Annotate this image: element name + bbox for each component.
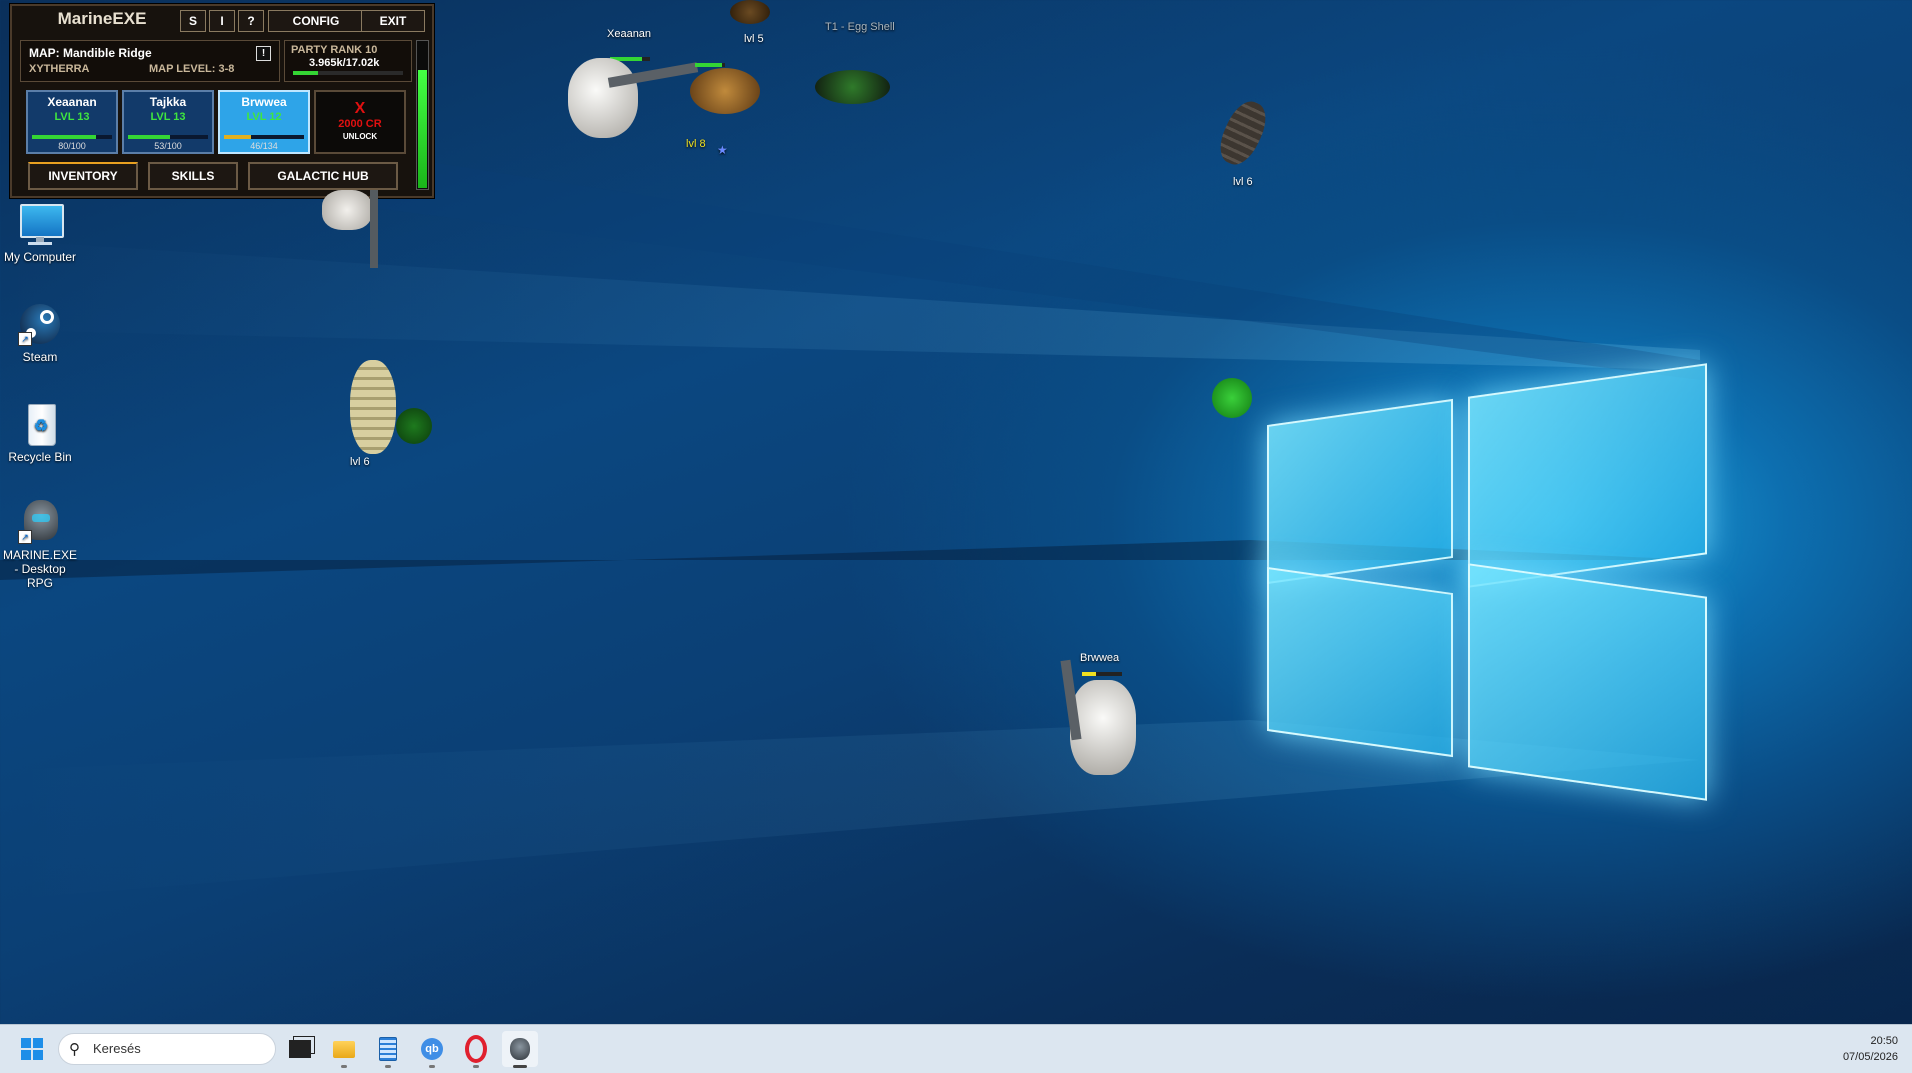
galactic-hub-button[interactable]: GALACTIC HUB xyxy=(248,162,398,190)
character-name: Xeaanan xyxy=(47,95,97,109)
unlock-label: UNLOCK xyxy=(342,132,378,141)
file-explorer-icon[interactable] xyxy=(326,1031,362,1068)
exit-button[interactable]: EXIT xyxy=(361,10,425,32)
enemy-level-larva: lvl 6 xyxy=(350,456,370,468)
marine-sprite-brwwea[interactable] xyxy=(1058,659,1148,780)
character-hp: 80/100 xyxy=(58,141,86,151)
windows-logo xyxy=(1250,340,1710,801)
task-view-icon[interactable] xyxy=(282,1031,318,1067)
character-slot-tajkka[interactable]: Tajkka LVL 13 53/100 xyxy=(122,90,214,154)
enemy-level-isopod: lvl 6 xyxy=(1233,176,1253,188)
search-icon: ⚲ xyxy=(69,1041,80,1058)
locked-character-slot[interactable]: X 2000 CR UNLOCK xyxy=(314,90,406,154)
region-name: XYTHERRA xyxy=(29,63,90,75)
unlock-price: 2000 CR xyxy=(338,118,382,130)
beetle-enemy[interactable] xyxy=(815,70,890,104)
i-button[interactable]: I xyxy=(209,10,235,32)
skills-button[interactable]: SKILLS xyxy=(148,162,238,190)
clock-time: 20:50 xyxy=(1870,1035,1898,1047)
game-hud-panel: MarineEXE S I ? CONFIG EXIT MAP: Mandibl… xyxy=(10,4,434,198)
egg-shell-label: T1 - Egg Shell xyxy=(825,21,895,33)
party-rank-box: PARTY RANK 10 3.965k/17.02k xyxy=(284,40,412,82)
spider-enemy[interactable] xyxy=(690,68,760,114)
enemy-level-spider: lvl 8 xyxy=(686,138,706,150)
character-level: LVL 12 xyxy=(246,111,282,123)
notepad-icon[interactable] xyxy=(370,1031,406,1068)
map-info-box: MAP: Mandible Ridge ! XYTHERRA MAP LEVEL… xyxy=(20,40,280,82)
marine-sprite-tajkka[interactable] xyxy=(322,190,392,270)
inventory-button[interactable]: INVENTORY xyxy=(28,162,138,190)
recycle-bin-icon: ♻ xyxy=(18,402,62,446)
character-level: LVL 13 xyxy=(54,111,90,123)
player-name-xeaanan: Xeaanan xyxy=(607,28,652,40)
marine-exe-taskbar-icon[interactable] xyxy=(502,1031,538,1068)
party-xp: 3.965k/17.02k xyxy=(309,57,380,69)
help-button[interactable]: ? xyxy=(238,10,264,32)
desktop-icon-label: MARINE.EXE - Desktop RPG xyxy=(2,548,77,590)
taskbar: ⚲ Keresés qb 20:50 07/05/2026 xyxy=(0,1024,1912,1073)
small-bug-enemy[interactable] xyxy=(730,0,770,24)
character-name: Brwwea xyxy=(241,95,287,109)
desktop-icon-marine-exe[interactable]: ↗ MARINE.EXE - Desktop RPG xyxy=(0,500,80,590)
s-button[interactable]: S xyxy=(180,10,206,32)
character-slot-xeaanan[interactable]: Xeaanan LVL 13 80/100 xyxy=(26,90,118,154)
desktop-icon-label: Steam xyxy=(22,350,58,364)
opera-icon[interactable] xyxy=(458,1031,494,1068)
enemy-level-small: lvl 5 xyxy=(744,33,764,45)
steam-icon: ↗ xyxy=(18,302,62,346)
star-icon: ★ xyxy=(717,143,728,157)
clock-date: 07/05/2026 xyxy=(1842,1051,1898,1063)
character-hp-bar xyxy=(224,135,304,139)
green-blob-enemy[interactable] xyxy=(396,408,432,444)
map-level: MAP LEVEL: 3-8 xyxy=(149,63,235,75)
isopod-enemy[interactable] xyxy=(1212,95,1274,171)
enemy-hp-bar xyxy=(695,63,725,67)
game-title: MarineEXE xyxy=(57,9,147,28)
desktop-icon-my-computer[interactable]: My Computer xyxy=(0,202,80,264)
character-hp-bar xyxy=(128,135,208,139)
character-hp-bar xyxy=(32,135,112,139)
party-rank: PARTY RANK 10 xyxy=(291,44,378,56)
desktop-icon-steam[interactable]: ↗ Steam xyxy=(0,302,80,364)
energy-bar xyxy=(416,40,429,190)
marine-exe-icon: ↗ xyxy=(18,500,62,544)
map-alert-button[interactable]: ! xyxy=(256,46,271,61)
character-hp: 53/100 xyxy=(154,141,182,151)
green-creature-enemy[interactable] xyxy=(1212,378,1252,418)
qbittorrent-icon[interactable]: qb xyxy=(414,1031,450,1068)
start-button[interactable] xyxy=(14,1031,50,1067)
marine-sprite-xeaanan[interactable] xyxy=(568,48,699,138)
windows-start-icon xyxy=(21,1038,43,1060)
search-input[interactable]: Keresés xyxy=(93,1041,141,1056)
config-button[interactable]: CONFIG xyxy=(268,10,364,32)
map-name: MAP: Mandible Ridge xyxy=(29,46,152,60)
desktop-icon-recycle-bin[interactable]: ♻ Recycle Bin xyxy=(0,402,80,464)
character-hp: 46/134 xyxy=(250,141,278,151)
desktop-icon-label: My Computer xyxy=(3,250,77,264)
locked-mark: X xyxy=(354,100,366,117)
desktop-icon-label: Recycle Bin xyxy=(8,450,72,464)
character-slot-brwwea[interactable]: Brwwea LVL 12 46/134 xyxy=(218,90,310,154)
taskbar-search[interactable]: ⚲ Keresés xyxy=(58,1033,276,1065)
larva-enemy[interactable] xyxy=(350,360,396,454)
monitor-icon xyxy=(18,202,64,246)
character-level: LVL 13 xyxy=(150,111,186,123)
character-name: Tajkka xyxy=(149,95,187,109)
party-xp-bar xyxy=(293,71,403,75)
system-clock[interactable]: 20:50 07/05/2026 xyxy=(1843,1033,1898,1065)
